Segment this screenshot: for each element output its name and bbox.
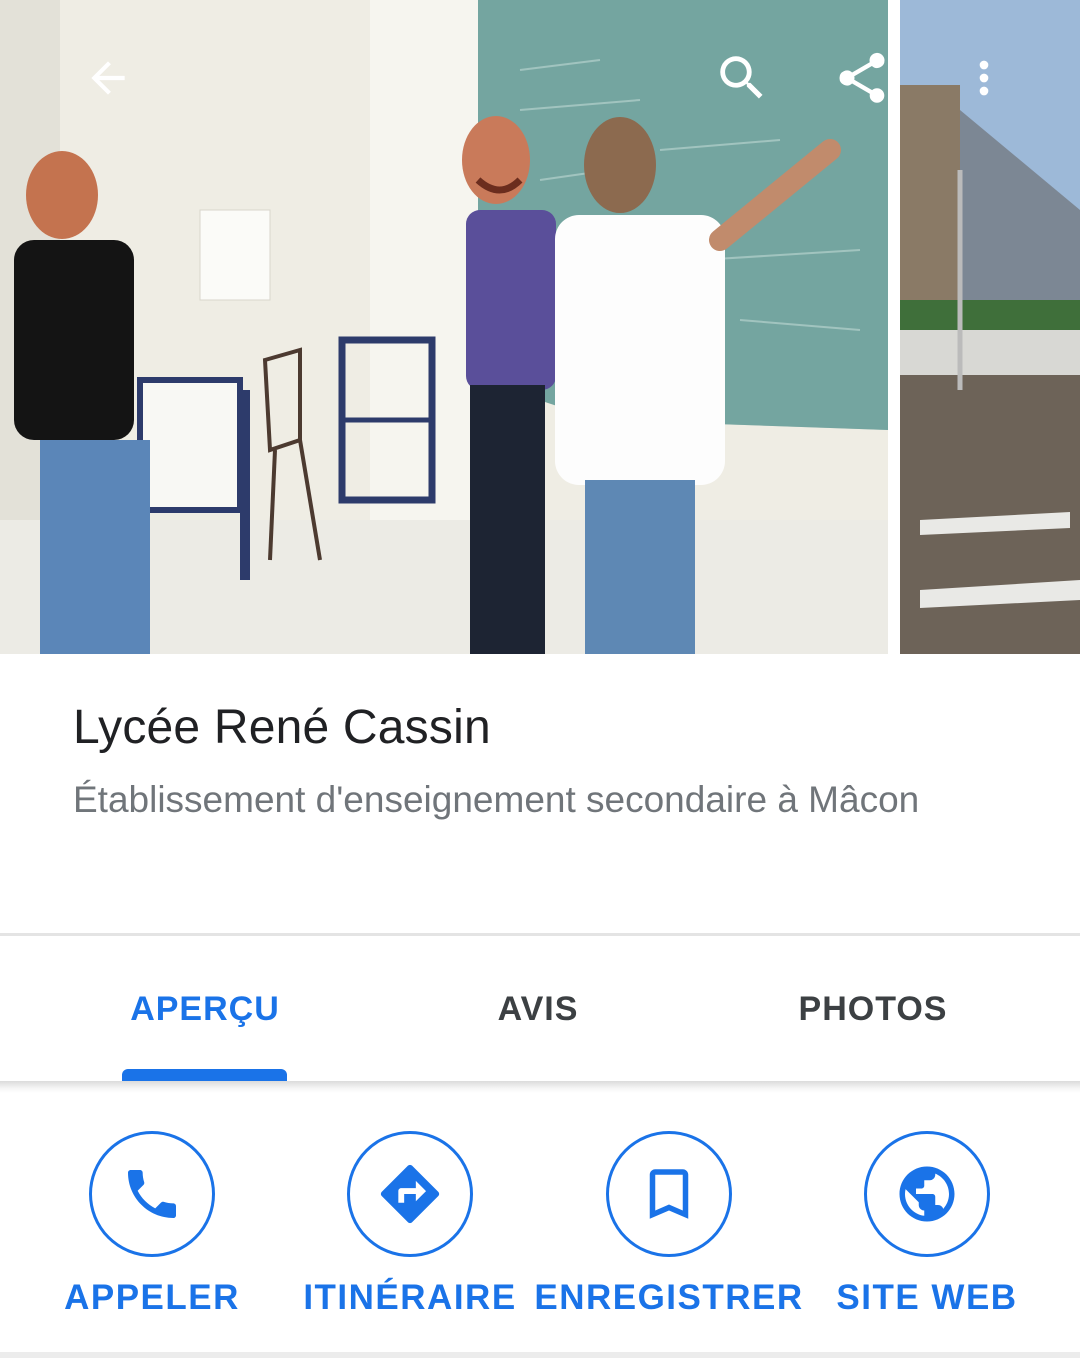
more-options-button[interactable] [948, 42, 1020, 114]
website-button[interactable]: SITE WEB [792, 1093, 1062, 1353]
call-button[interactable]: APPELER [17, 1093, 287, 1353]
active-tab-indicator [122, 1069, 287, 1081]
back-button[interactable] [72, 42, 144, 114]
tab-photos[interactable]: PHOTOS [745, 936, 1001, 1082]
tab-overview[interactable]: APERÇU [80, 936, 330, 1082]
tab-bar-shadow [0, 1081, 1080, 1093]
save-button-circle [606, 1131, 732, 1257]
bookmark-icon [649, 1169, 689, 1219]
globe-icon [899, 1166, 955, 1222]
bottom-divider [0, 1352, 1080, 1358]
call-button-label: APPELER [64, 1278, 240, 1317]
action-bar: APPELER ITINÉRAIRE ENREGISTRER SITE WEB [0, 1093, 1080, 1358]
directions-button-circle [347, 1131, 473, 1257]
place-name: Lycée René Cassin [73, 701, 491, 754]
more-vert-icon [979, 60, 989, 96]
save-button-label: ENREGISTRER [534, 1278, 804, 1317]
search-icon [720, 56, 763, 99]
share-button[interactable] [826, 42, 898, 114]
place-category: Établissement d'enseignement secondaire … [73, 779, 920, 820]
website-button-label: SITE WEB [836, 1278, 1018, 1317]
directions-button[interactable]: ITINÉRAIRE [275, 1093, 545, 1353]
phone-icon [128, 1170, 176, 1218]
search-button[interactable] [706, 42, 778, 114]
save-button[interactable]: ENREGISTRER [534, 1093, 804, 1353]
photo-carousel[interactable] [0, 0, 1080, 654]
arrow-back-icon [91, 61, 125, 95]
website-button-circle [864, 1131, 990, 1257]
share-icon [839, 52, 885, 103]
tab-bar: APERÇU AVIS PHOTOS [0, 936, 1080, 1082]
call-button-circle [89, 1131, 215, 1257]
tab-reviews[interactable]: AVIS [415, 936, 661, 1082]
directions-button-label: ITINÉRAIRE [303, 1278, 517, 1317]
directions-icon [380, 1164, 440, 1224]
